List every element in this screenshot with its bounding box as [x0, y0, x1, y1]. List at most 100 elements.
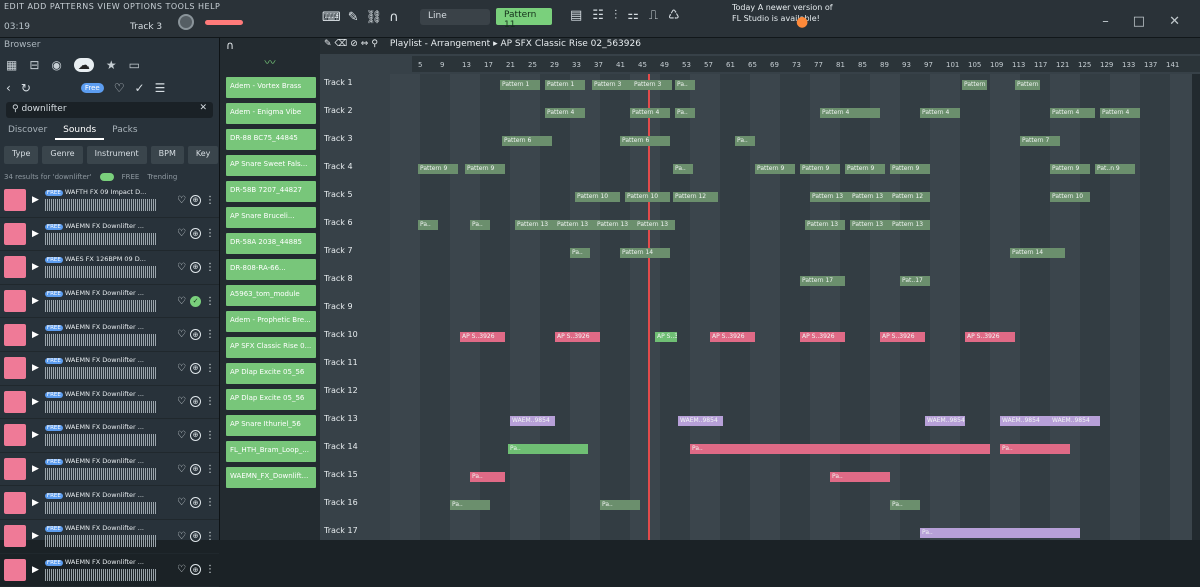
- pattern-clip[interactable]: Pat..17: [900, 276, 930, 286]
- pattern-clip[interactable]: Pattern 13: [890, 220, 930, 230]
- downloaded-check-icon[interactable]: ✓: [190, 295, 201, 307]
- pattern-clip[interactable]: Pa..: [675, 108, 695, 118]
- browser-icon[interactable]: ♺: [668, 8, 680, 23]
- pattern-clip[interactable]: Pattern 12: [890, 192, 930, 202]
- pattern-clip[interactable]: Pattern 9: [465, 164, 505, 174]
- track-header[interactable]: Track 6: [320, 214, 390, 242]
- sample-item[interactable]: ▶ FREE WAEMN FX Downlifter ... ♡ ⊕ ⋮: [0, 419, 219, 453]
- pattern-clip[interactable]: Pat..n 9: [1095, 164, 1135, 174]
- check-icon[interactable]: ✓: [135, 81, 145, 95]
- filter-instrument[interactable]: Instrument: [86, 146, 147, 164]
- tool-icons[interactable]: ✎⌫⊘⇔⚲: [324, 39, 381, 49]
- pattern-clip[interactable]: Pattern 3: [632, 80, 672, 90]
- pattern-clip[interactable]: Pattern 13: [850, 192, 890, 202]
- track-header[interactable]: Track 12: [320, 382, 390, 410]
- pattern-clip[interactable]: AP S..3926: [880, 332, 925, 342]
- track-header[interactable]: Track 17: [320, 522, 390, 550]
- more-icon[interactable]: ⋮: [205, 262, 215, 273]
- channel-button[interactable]: AP Snare Sweet Fals...: [226, 155, 316, 176]
- pattern-clip[interactable]: Pa..: [890, 500, 920, 510]
- magnet-icon[interactable]: ∩: [389, 10, 399, 25]
- tab-discover[interactable]: Discover: [0, 122, 55, 140]
- playlist-icon[interactable]: ▤: [570, 8, 582, 23]
- heart-icon[interactable]: ♡: [177, 396, 186, 407]
- heart-icon[interactable]: ♡: [177, 363, 186, 374]
- close-icon[interactable]: ✕: [1169, 14, 1180, 29]
- heart-icon[interactable]: ♡: [177, 195, 186, 206]
- play-icon[interactable]: ▶: [32, 262, 39, 272]
- pattern-clip[interactable]: WAEM..9854: [925, 416, 965, 426]
- download-icon[interactable]: ⊕: [190, 261, 201, 273]
- pattern-clip[interactable]: Pattern 17: [800, 276, 845, 286]
- channel-button[interactable]: Adem - Vortex Brass: [226, 77, 316, 98]
- sample-item[interactable]: ▶ FREE WAEMN FX Downlifter ... ♡ ⊕ ⋮: [0, 352, 219, 386]
- channel-button[interactable]: Adem - Prophetic Bre...: [226, 311, 316, 332]
- channel-button[interactable]: DR-58A 2038_44885: [226, 233, 316, 254]
- pattern-clip[interactable]: Pattern 9: [418, 164, 458, 174]
- play-icon[interactable]: ▶: [32, 464, 39, 474]
- pattern-clip[interactable]: Pa..: [1000, 444, 1070, 454]
- pattern-clip[interactable]: Pattern 4: [820, 108, 880, 118]
- star-icon[interactable]: ★: [106, 58, 117, 72]
- main-menu[interactable]: EDIT ADD PATTERNS VIEW OPTIONS TOOLS HEL…: [4, 2, 220, 11]
- pattern-clip[interactable]: Pa..: [830, 472, 890, 482]
- pattern-clip[interactable]: AP S..3926: [655, 332, 677, 342]
- track-header[interactable]: Track 11: [320, 354, 390, 382]
- pattern-clip[interactable]: Pattern 9: [845, 164, 885, 174]
- pattern-clip[interactable]: Pattern 13: [810, 192, 850, 202]
- play-icon[interactable]: ▶: [32, 498, 39, 508]
- track-selector[interactable]: Track 3: [130, 22, 162, 32]
- sample-item[interactable]: ▶ FREE WAEMN FX Downlifter ... ♡ ✓ ⋮: [0, 285, 219, 319]
- play-icon[interactable]: ▶: [32, 430, 39, 440]
- pattern-clip[interactable]: Pattern 14: [620, 248, 670, 258]
- channel-button[interactable]: Adem - Enigma Vibe: [226, 103, 316, 124]
- pattern-clip[interactable]: Pattern 4: [920, 108, 960, 118]
- more-icon[interactable]: ⋮: [205, 430, 215, 441]
- fl-logo-icon[interactable]: ●: [796, 14, 808, 30]
- track-header[interactable]: Track 7: [320, 242, 390, 270]
- filter-type[interactable]: Type: [4, 146, 39, 164]
- pattern-clip[interactable]: WAEM..9854: [678, 416, 723, 426]
- pattern-clip[interactable]: Pattern 12: [673, 192, 718, 202]
- play-icon[interactable]: ▶: [32, 296, 39, 306]
- play-icon[interactable]: ▶: [32, 363, 39, 373]
- piano-roll-icon[interactable]: ☷: [592, 8, 604, 23]
- more-icon[interactable]: ⋮: [205, 464, 215, 475]
- minimize-icon[interactable]: –: [1102, 14, 1109, 29]
- pattern-clip[interactable]: Pattern 2: [1015, 80, 1040, 90]
- pattern-clip[interactable]: Pattern 6: [502, 136, 552, 146]
- pattern-clip[interactable]: WAEM..9854: [1000, 416, 1050, 426]
- sample-item[interactable]: ▶ FREE WAEMN FX Downlifter ... ♡ ⊕ ⋮: [0, 318, 219, 352]
- heart-icon[interactable]: ♡: [177, 228, 186, 239]
- track-header[interactable]: Track 15: [320, 466, 390, 494]
- more-icon[interactable]: ⋮: [205, 396, 215, 407]
- pattern-clip[interactable]: Pa..: [920, 528, 1080, 538]
- track-header[interactable]: Track 14: [320, 438, 390, 466]
- play-icon[interactable]: ▶: [32, 330, 39, 340]
- keyboard-icon[interactable]: ⌨: [322, 10, 341, 25]
- pattern-clip[interactable]: Pattern 9: [1050, 164, 1090, 174]
- channel-button[interactable]: AP Snare Ithuriel_56: [226, 415, 316, 436]
- master-volume-knob[interactable]: [178, 14, 194, 30]
- search-input[interactable]: ⚲ downlifter ✕: [6, 102, 213, 118]
- master-pitch-slider[interactable]: [205, 20, 243, 25]
- refresh-icon[interactable]: ↻: [21, 81, 31, 95]
- sample-item[interactable]: ▶ FREE WAEMN FX Downlifter ... ♡ ⊕ ⋮: [0, 486, 219, 520]
- pattern-clip[interactable]: WAEM..9854: [1050, 416, 1100, 426]
- download-icon[interactable]: ⊕: [190, 329, 201, 341]
- pattern-clip[interactable]: Pa..: [735, 136, 755, 146]
- pattern-clip[interactable]: Pattern 7: [1020, 136, 1060, 146]
- pattern-clip[interactable]: Pattern 6: [620, 136, 670, 146]
- download-icon[interactable]: ⊕: [190, 530, 201, 542]
- channel-rack-icon[interactable]: ⚏: [627, 8, 639, 23]
- track-header[interactable]: Track 16: [320, 494, 390, 522]
- pattern-clip[interactable]: Pa..: [470, 220, 490, 230]
- sample-item[interactable]: ▶ FREE WAEMN FX Downlifter ... ♡ ⊕ ⋮: [0, 520, 219, 554]
- update-notice[interactable]: Today A newer version of FL Studio is av…: [732, 2, 842, 24]
- heart-icon[interactable]: ♡: [177, 531, 186, 542]
- pattern-clip[interactable]: Pa..: [508, 444, 588, 454]
- sort-select[interactable]: Trending: [147, 173, 177, 181]
- sample-item[interactable]: ▶ FREE WAEMN FX Downlifter ... ♡ ⊕ ⋮: [0, 453, 219, 487]
- folder-icon[interactable]: ▭: [129, 58, 140, 72]
- track-header[interactable]: Track 8: [320, 270, 390, 298]
